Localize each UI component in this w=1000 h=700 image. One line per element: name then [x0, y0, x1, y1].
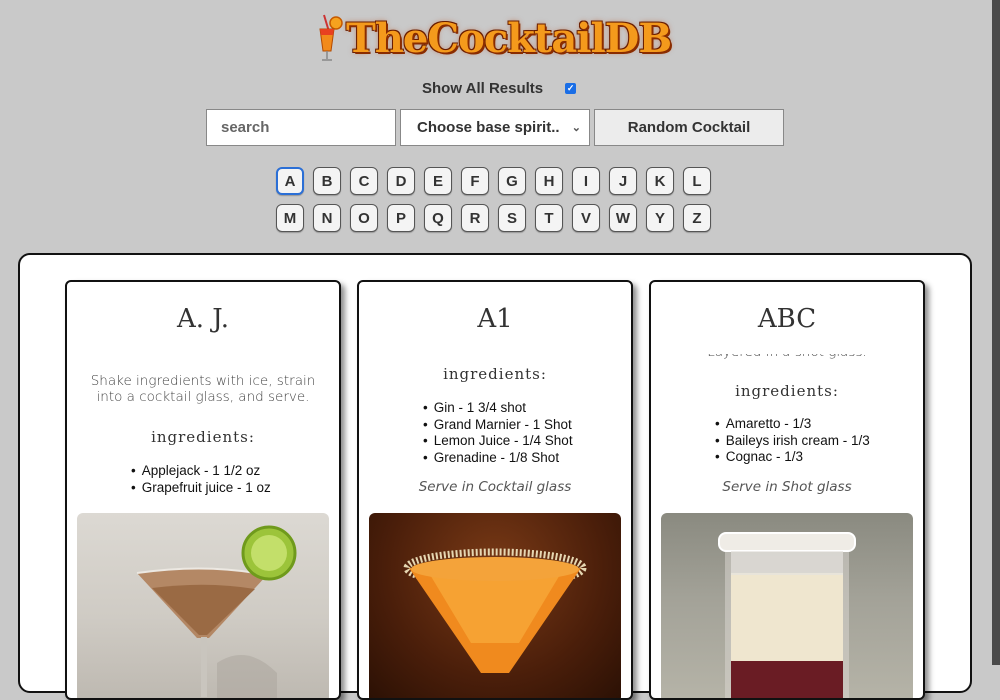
cocktail-photo	[661, 513, 913, 698]
cocktail-name: ABC	[757, 304, 817, 334]
ingredient-item: Applejack - 1 1/2 oz	[131, 463, 271, 480]
cocktail-glass-icon	[314, 11, 344, 67]
letter-button-a[interactable]: A	[276, 167, 304, 195]
ingredient-item: Grenadine - 1/8 Shot	[423, 450, 573, 467]
serving-glass: Serve in Shot glass	[722, 479, 852, 495]
letter-button-o[interactable]: O	[350, 204, 378, 232]
ingredient-item: Baileys irish cream - 1/3	[715, 433, 870, 450]
ingredient-item: Lemon Juice - 1/4 Shot	[423, 433, 573, 450]
letter-button-e[interactable]: E	[424, 167, 452, 195]
ingredients-heading: ingredients:	[735, 382, 839, 400]
letter-filter-row-2: M N O P Q R S T V W Y Z	[276, 204, 711, 232]
letter-button-h[interactable]: H	[535, 167, 563, 195]
ingredient-item: Gin - 1 3/4 shot	[423, 400, 573, 417]
letter-button-k[interactable]: K	[646, 167, 674, 195]
cocktail-photo	[77, 513, 329, 698]
letter-button-v[interactable]: V	[572, 204, 600, 232]
random-cocktail-button[interactable]: Random Cocktail	[594, 109, 784, 146]
search-input[interactable]	[206, 109, 396, 146]
letter-button-c[interactable]: C	[350, 167, 378, 195]
window-edge	[992, 0, 1000, 665]
base-spirit-select-value: Choose base spirit..	[417, 119, 560, 136]
brand-logo[interactable]: TheCocktailDB	[314, 11, 672, 67]
brand-name: TheCocktailDB	[346, 15, 672, 62]
cocktail-instructions: Shake ingredients with ice, strain into …	[90, 373, 316, 405]
letter-button-p[interactable]: P	[387, 204, 415, 232]
letter-button-y[interactable]: Y	[646, 204, 674, 232]
show-all-label: Show All Results	[422, 80, 544, 97]
letter-button-r[interactable]: R	[461, 204, 489, 232]
letter-button-d[interactable]: D	[387, 167, 415, 195]
letter-button-n[interactable]: N	[313, 204, 341, 232]
chevron-down-icon: ⌄	[571, 122, 581, 134]
letter-button-t[interactable]: T	[535, 204, 563, 232]
ingredient-item: Amaretto - 1/3	[715, 416, 870, 433]
letter-button-w[interactable]: W	[609, 204, 637, 232]
letter-button-i[interactable]: I	[572, 167, 600, 195]
letter-button-g[interactable]: G	[498, 167, 526, 195]
ingredients-list: Amaretto - 1/3 Baileys irish cream - 1/3…	[715, 416, 870, 466]
ingredients-list: Applejack - 1 1/2 oz Grapefruit juice - …	[131, 463, 271, 496]
letter-button-s[interactable]: S	[498, 204, 526, 232]
cocktail-photo	[369, 513, 621, 698]
cocktail-name: A. J.	[177, 304, 229, 334]
serving-glass: Serve in Cocktail glass	[418, 479, 572, 495]
letter-button-l[interactable]: L	[683, 167, 711, 195]
show-all-checkbox[interactable]: ✓	[565, 83, 577, 94]
cocktail-card[interactable]: A1 ingredients: Gin - 1 3/4 shot Grand M…	[357, 280, 633, 700]
letter-button-j[interactable]: J	[609, 167, 637, 195]
ingredients-list: Gin - 1 3/4 shot Grand Marnier - 1 Shot …	[423, 400, 573, 466]
letter-filter-row-1: A B C D E F G H I J K L	[276, 167, 711, 195]
cocktail-card[interactable]: ABC Layered in a shot glass. ingredients…	[649, 280, 925, 700]
letter-button-m[interactable]: M	[276, 204, 304, 232]
letter-button-q[interactable]: Q	[424, 204, 452, 232]
show-all-toggle: Show All Results ✓	[422, 80, 577, 97]
cocktail-card[interactable]: A. J. Shake ingredients with ice, strain…	[65, 280, 341, 700]
cocktail-name: A1	[477, 304, 513, 334]
base-spirit-select[interactable]: Choose base spirit.. ⌄	[400, 109, 590, 146]
title-overlay	[651, 340, 923, 354]
ingredient-item: Cognac - 1/3	[715, 449, 870, 466]
ingredient-item: Grand Marnier - 1 Shot	[423, 417, 573, 434]
ingredients-heading: ingredients:	[151, 428, 255, 446]
letter-button-b[interactable]: B	[313, 167, 341, 195]
ingredients-heading: ingredients:	[443, 365, 547, 383]
ingredient-item: Grapefruit juice - 1 oz	[131, 480, 271, 497]
letter-button-z[interactable]: Z	[683, 204, 711, 232]
letter-button-f[interactable]: F	[461, 167, 489, 195]
